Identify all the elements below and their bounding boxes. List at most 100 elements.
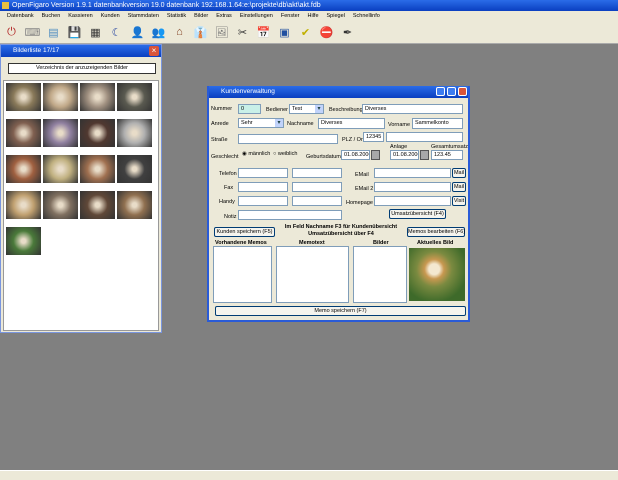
nummer-label: Nummer — [211, 106, 233, 112]
thumbnail[interactable] — [6, 191, 41, 219]
memos-list[interactable] — [213, 246, 272, 303]
customer-icon[interactable]: 👤 — [129, 24, 146, 41]
pen-icon[interactable]: ✒ — [339, 24, 356, 41]
cash-register-icon[interactable]: ▤ — [45, 24, 62, 41]
scissors-icon[interactable]: ✂ — [234, 24, 251, 41]
strasse-label: Straße — [211, 137, 228, 143]
thumbnail[interactable] — [43, 155, 78, 183]
strasse-field[interactable] — [238, 134, 338, 144]
fax-field[interactable] — [238, 182, 288, 192]
mirror-icon[interactable]: ▣ — [276, 24, 293, 41]
thumbnail[interactable] — [117, 83, 152, 111]
menu-statistik[interactable]: Statistik — [163, 11, 190, 21]
anlage-field[interactable]: 01.08.2006 — [390, 150, 419, 160]
thumbnail[interactable] — [80, 119, 115, 147]
thumbnail[interactable] — [117, 119, 152, 147]
minimize-icon[interactable] — [436, 87, 445, 96]
radio-weiblich[interactable]: ○ weiblich — [273, 151, 297, 157]
menu-extras[interactable]: Extras — [212, 11, 236, 21]
menu-bar: Datenbank Buchen Kassieren Kunden Stammdaten… — [0, 11, 618, 21]
menu-kassieren[interactable]: Kassieren — [64, 11, 96, 21]
bilder-list[interactable] — [353, 246, 407, 303]
status-bar — [0, 470, 618, 480]
choose-directory-button[interactable]: Verzeichnis der anzuzeigenden Bilder — [8, 63, 156, 74]
save-icon[interactable]: 💾 — [66, 24, 83, 41]
umsatz-button[interactable]: Umsatzübersicht (F4) — [389, 209, 446, 219]
menu-einstellungen[interactable]: Einstellungen — [236, 11, 277, 21]
house-icon[interactable]: ⌂ — [171, 24, 188, 41]
dialog-title-bar: Kundenverwaltung — [209, 86, 468, 98]
bediener-select[interactable]: Test — [289, 104, 324, 114]
memotext-area[interactable] — [276, 246, 349, 303]
email-field[interactable] — [374, 168, 451, 178]
menu-stammdaten[interactable]: Stammdaten — [124, 11, 163, 21]
thumbnail[interactable] — [43, 83, 78, 111]
check-icon[interactable]: ✔ — [297, 24, 314, 41]
save-customer-button[interactable]: Kunden speichern (F5) — [214, 227, 275, 237]
staff-icon[interactable]: 👔 — [192, 24, 209, 41]
group-icon[interactable]: 👥 — [150, 24, 167, 41]
moon-icon[interactable]: ☾ — [108, 24, 125, 41]
thumbnail[interactable] — [80, 83, 115, 111]
geburtsdatum-field[interactable]: 01.08.2006 — [341, 150, 370, 160]
close-icon[interactable]: × — [149, 46, 159, 56]
thumbnail[interactable] — [6, 119, 41, 147]
keyboard-icon[interactable]: ⌨ — [24, 24, 41, 41]
nachname-field[interactable]: Diverses — [318, 118, 385, 129]
beschreibung-field[interactable]: Diverses — [362, 104, 463, 114]
calendar-icon[interactable] — [420, 150, 429, 160]
visit-button[interactable]: Visit — [452, 196, 466, 206]
email2-field[interactable] — [374, 182, 451, 192]
menu-kunden[interactable]: Kunden — [97, 11, 124, 21]
vorname-field[interactable]: Sammelkonto — [412, 118, 463, 129]
power-icon[interactable]: ⏻ — [3, 24, 20, 41]
thumbnail[interactable] — [80, 191, 115, 219]
telefon-field[interactable] — [238, 168, 288, 178]
save-memo-button[interactable]: Memo speichern (F7) — [215, 306, 466, 316]
thumbnail[interactable] — [6, 227, 41, 255]
handy-field[interactable] — [238, 196, 288, 206]
telefon2-field[interactable] — [292, 168, 342, 178]
images-icon[interactable]: 🖼 — [213, 24, 230, 41]
gesamtumsatz-field[interactable]: 123.45 — [431, 150, 463, 160]
mail2-button[interactable]: Mail — [452, 182, 466, 192]
thumbnail[interactable] — [117, 155, 152, 183]
handy-label: Handy — [219, 199, 235, 205]
customer-dialog: Kundenverwaltung Nummer 0 Bediener Test … — [207, 86, 470, 322]
menu-buchen[interactable]: Buchen — [38, 11, 65, 21]
thumbnail[interactable] — [117, 191, 152, 219]
close-icon[interactable] — [458, 87, 467, 96]
anrede-select[interactable]: Sehr — [238, 118, 284, 128]
calendar-icon[interactable] — [371, 150, 380, 160]
nummer-field[interactable]: 0 — [238, 104, 261, 114]
menu-schnellinfo[interactable]: Schnellinfo — [349, 11, 384, 21]
notiz-field[interactable] — [238, 210, 342, 220]
radio-maennlich[interactable]: ◉ männlich — [242, 151, 270, 157]
menu-fenster[interactable]: Fenster — [277, 11, 304, 21]
menu-datenbank[interactable]: Datenbank — [3, 11, 38, 21]
plz-field[interactable]: 12345 — [363, 132, 384, 142]
images-panel: Bilderliste 17/17 × Verzeichnis der anzuz… — [0, 44, 162, 333]
calculator-icon[interactable]: ▦ — [87, 24, 104, 41]
menu-hilfe[interactable]: Hilfe — [304, 11, 323, 21]
thumbnail[interactable] — [6, 83, 41, 111]
app-title: OpenFigaro Version 1.9.1 datenbankversio… — [12, 2, 321, 9]
ort-field[interactable] — [386, 132, 463, 142]
nachname-label: Nachname — [287, 121, 314, 127]
thumbnail[interactable] — [43, 191, 78, 219]
calendar-icon[interactable]: 📅 — [255, 24, 272, 41]
fax2-field[interactable] — [292, 182, 342, 192]
mail-button[interactable]: Mail — [452, 168, 466, 178]
homepage-field[interactable] — [374, 196, 451, 206]
handy2-field[interactable] — [292, 196, 342, 206]
thumbnail[interactable] — [6, 155, 41, 183]
stop-icon[interactable]: ⛔ — [318, 24, 335, 41]
thumbnail[interactable] — [43, 119, 78, 147]
hint-text: Im Feld Nachname F3 für Kundenübersicht U… — [279, 224, 403, 238]
menu-bilder[interactable]: Bilder — [190, 11, 212, 21]
current-image — [409, 248, 465, 301]
maximize-icon[interactable] — [447, 87, 456, 96]
menu-spiegel[interactable]: Spiegel — [323, 11, 349, 21]
thumbnail[interactable] — [80, 155, 115, 183]
edit-memos-button[interactable]: Memos bearbeiten (F6) — [407, 227, 465, 237]
